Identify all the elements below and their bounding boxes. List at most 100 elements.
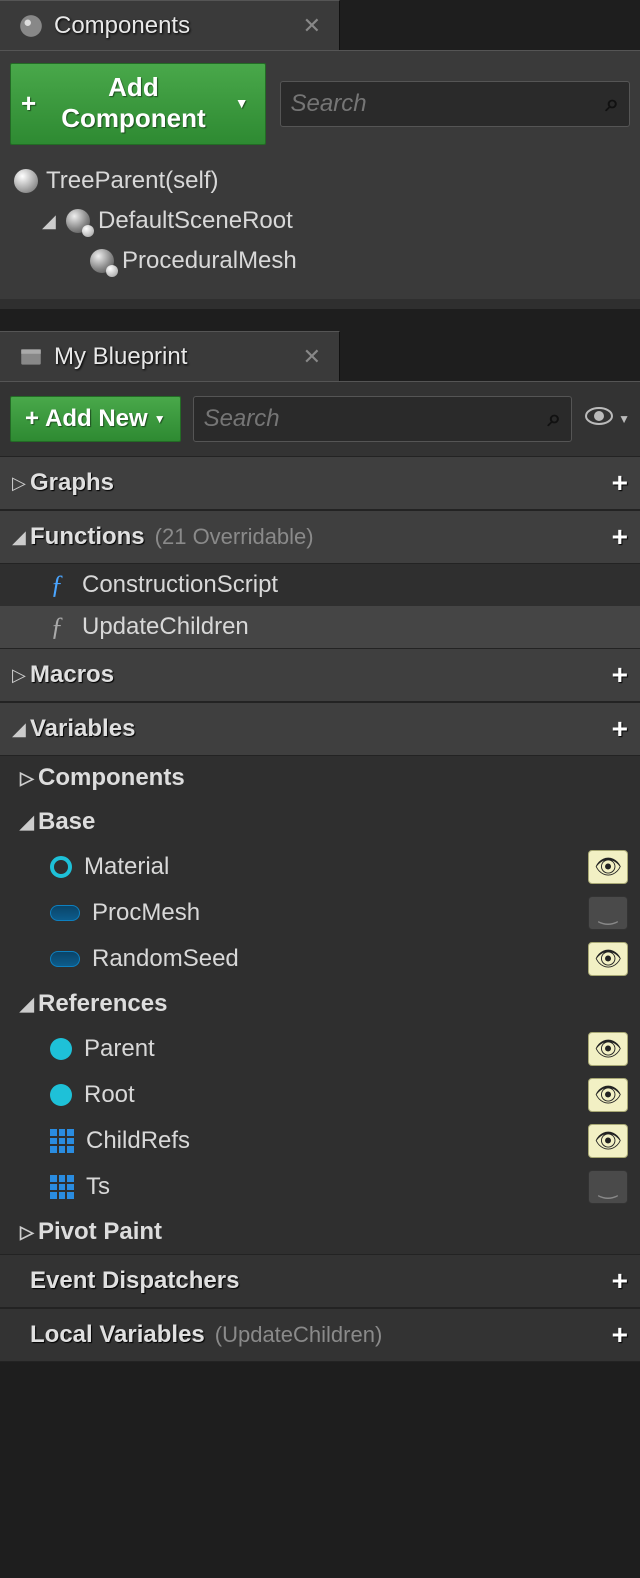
- tree-row-self[interactable]: TreeParent(self): [10, 161, 630, 201]
- section-variables[interactable]: ◢ Variables +: [0, 702, 640, 756]
- add-macro-button[interactable]: +: [612, 659, 628, 691]
- variables-group-pivot[interactable]: ▷ Pivot Paint: [0, 1210, 640, 1254]
- expand-toggle-icon[interactable]: ◢: [42, 211, 58, 232]
- components-title: Components: [54, 12, 190, 40]
- components-tree: TreeParent(self) ◢ DefaultSceneRoot Proc…: [10, 157, 630, 285]
- components-icon: [18, 13, 44, 39]
- variables-group-references[interactable]: ◢ References: [0, 982, 640, 1026]
- variable-name: Parent: [84, 1035, 155, 1063]
- view-options-button[interactable]: ▼: [584, 406, 630, 432]
- locals-label: Local Variables: [30, 1321, 205, 1349]
- visibility-toggle[interactable]: 👁: [588, 1078, 628, 1112]
- variable-item-root[interactable]: Root 👁: [0, 1072, 640, 1118]
- functions-label: Functions: [30, 523, 145, 551]
- section-macros[interactable]: ▷ Macros +: [0, 648, 640, 702]
- section-graphs[interactable]: ▷ Graphs +: [0, 456, 640, 510]
- chevron-right-icon: ▷: [20, 768, 38, 789]
- tree-row-procmesh[interactable]: ProceduralMesh: [10, 241, 630, 281]
- visibility-toggle[interactable]: 👁: [588, 1124, 628, 1158]
- variable-item-childrefs[interactable]: ChildRefs 👁: [0, 1118, 640, 1164]
- blueprint-tab[interactable]: My Blueprint ✕: [0, 331, 340, 381]
- blueprint-search-input[interactable]: [204, 405, 548, 433]
- section-dispatchers[interactable]: ▷ Event Dispatchers +: [0, 1254, 640, 1308]
- group-label: Base: [38, 808, 95, 836]
- variable-type-icon: [50, 1038, 72, 1060]
- components-search-input[interactable]: [291, 90, 606, 118]
- variable-name: Material: [84, 853, 169, 881]
- tree-label-procmesh: ProceduralMesh: [122, 247, 297, 275]
- search-icon: ⌕: [548, 405, 561, 433]
- components-body: + Add Component ▼ ⌕ TreeParent(self) ◢ D…: [0, 50, 640, 299]
- variable-item-ts[interactable]: Ts ‿: [0, 1164, 640, 1210]
- blueprint-toolbar: + Add New ▼ ⌕ ▼: [0, 381, 640, 456]
- variables-group-base[interactable]: ◢ Base: [0, 800, 640, 844]
- variable-item-material[interactable]: Material 👁: [0, 844, 640, 890]
- visibility-toggle[interactable]: 👁: [588, 942, 628, 976]
- variable-type-icon: [50, 1175, 74, 1199]
- group-label: Pivot Paint: [38, 1218, 162, 1246]
- visibility-toggle[interactable]: ‿: [588, 896, 628, 930]
- chevron-down-icon: ◢: [12, 527, 30, 548]
- search-icon: ⌕: [606, 90, 619, 118]
- plus-icon: +: [21, 88, 36, 119]
- scene-component-icon: [66, 209, 90, 233]
- chevron-down-icon: ◢: [20, 812, 38, 833]
- function-name: ConstructionScript: [82, 571, 278, 599]
- blueprint-title: My Blueprint: [54, 343, 187, 371]
- add-new-label: Add New: [45, 405, 148, 433]
- tree-label-sceneroot: DefaultSceneRoot: [98, 207, 293, 235]
- chevron-down-icon: ◢: [20, 994, 38, 1015]
- scene-component-icon: [90, 249, 114, 273]
- add-component-label: Add Component: [44, 72, 223, 134]
- visibility-toggle[interactable]: 👁: [588, 1032, 628, 1066]
- variables-label: Variables: [30, 715, 135, 743]
- chevron-right-icon: ▷: [12, 665, 30, 686]
- caret-down-icon: ▼: [235, 95, 249, 111]
- close-icon[interactable]: ✕: [303, 344, 321, 370]
- add-variable-button[interactable]: +: [612, 713, 628, 745]
- variable-type-icon: [50, 951, 80, 967]
- variable-type-icon: [50, 856, 72, 878]
- visibility-toggle[interactable]: 👁: [588, 850, 628, 884]
- add-local-button[interactable]: +: [612, 1319, 628, 1351]
- blueprint-icon: [18, 344, 44, 370]
- variable-type-icon: [50, 1129, 74, 1153]
- blueprint-search[interactable]: ⌕: [193, 396, 573, 442]
- locals-sublabel: (UpdateChildren): [215, 1322, 383, 1348]
- section-locals[interactable]: ▷ Local Variables (UpdateChildren) +: [0, 1308, 640, 1362]
- function-item-updatechildren[interactable]: ƒ UpdateChildren: [0, 606, 640, 648]
- variable-item-procmesh[interactable]: ProcMesh ‿: [0, 890, 640, 936]
- function-item-construction[interactable]: ƒ ConstructionScript: [0, 564, 640, 606]
- components-search[interactable]: ⌕: [280, 81, 630, 127]
- close-icon[interactable]: ✕: [303, 13, 321, 39]
- blueprint-body: ▷ Graphs + ◢ Functions (21 Overridable) …: [0, 456, 640, 1362]
- plus-icon: +: [25, 405, 39, 433]
- visibility-toggle[interactable]: ‿: [588, 1170, 628, 1204]
- variable-name: ProcMesh: [92, 899, 200, 927]
- add-new-button[interactable]: + Add New ▼: [10, 396, 181, 442]
- variable-item-parent[interactable]: Parent 👁: [0, 1026, 640, 1072]
- add-graph-button[interactable]: +: [612, 467, 628, 499]
- caret-down-icon: ▼: [618, 412, 630, 426]
- add-dispatcher-button[interactable]: +: [612, 1265, 628, 1297]
- variable-type-icon: [50, 1084, 72, 1106]
- chevron-right-icon: ▷: [12, 473, 30, 494]
- chevron-down-icon: ◢: [12, 719, 30, 740]
- macros-label: Macros: [30, 661, 114, 689]
- dispatchers-label: Event Dispatchers: [30, 1267, 239, 1295]
- add-component-button[interactable]: + Add Component ▼: [10, 63, 266, 145]
- variable-name: Root: [84, 1081, 135, 1109]
- add-function-button[interactable]: +: [612, 521, 628, 553]
- functions-sublabel: (21 Overridable): [155, 524, 314, 550]
- tree-row-sceneroot[interactable]: ◢ DefaultSceneRoot: [10, 201, 630, 241]
- components-panel: Components ✕ + Add Component ▼ ⌕ TreePar…: [0, 0, 640, 309]
- variable-name: Ts: [86, 1173, 110, 1201]
- variable-item-randomseed[interactable]: RandomSeed 👁: [0, 936, 640, 982]
- chevron-right-icon: ▷: [20, 1222, 38, 1243]
- variables-group-components[interactable]: ▷ Components: [0, 756, 640, 800]
- components-tab[interactable]: Components ✕: [0, 0, 340, 50]
- section-functions[interactable]: ◢ Functions (21 Overridable) +: [0, 510, 640, 564]
- components-toolbar: + Add Component ▼ ⌕: [10, 63, 630, 145]
- function-name: UpdateChildren: [82, 613, 249, 641]
- tree-label-self: TreeParent(self): [46, 167, 219, 195]
